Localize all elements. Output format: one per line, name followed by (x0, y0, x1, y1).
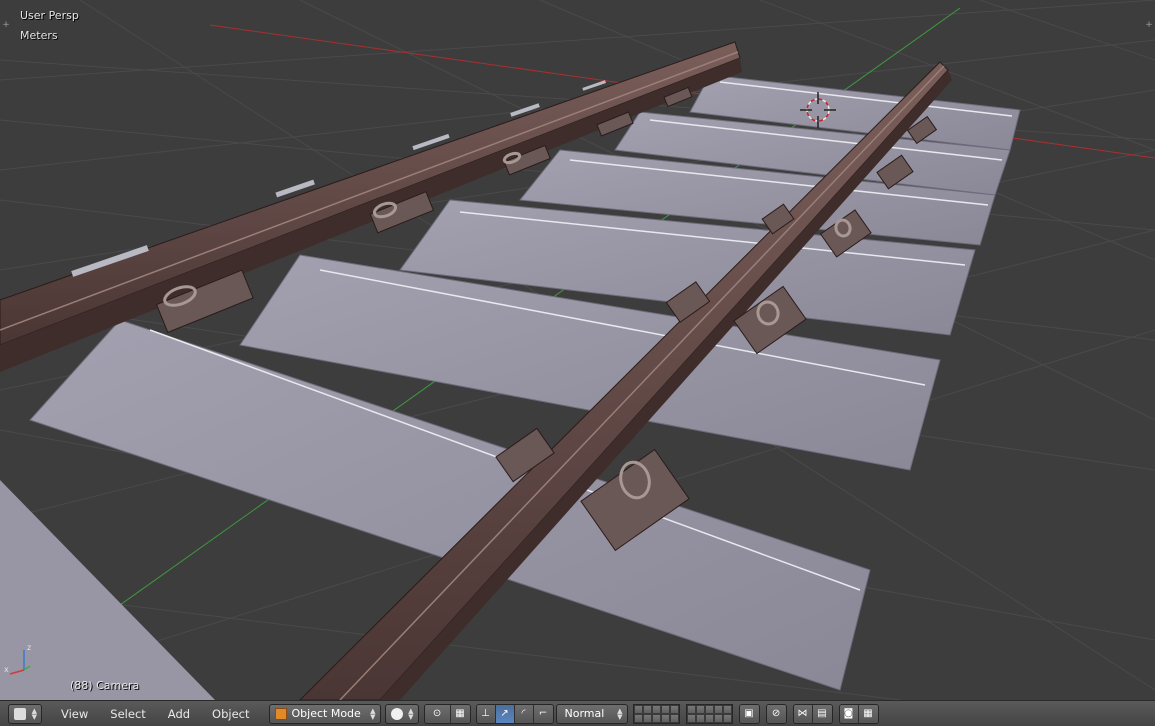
transform-orientation-dropdown[interactable]: Normal ▲ ▼ (555, 703, 628, 724)
pivot-point-dropdown[interactable]: ⊙ (424, 704, 451, 723)
shading-dropdown[interactable]: ▲ ▼ (384, 703, 419, 724)
manipulator-toggle-button[interactable]: ⊥ (476, 704, 496, 723)
render-still-button[interactable]: ◙ (839, 704, 859, 723)
object-info-label: (88) Camera (70, 679, 140, 692)
lock-icon: ▣ (744, 708, 754, 719)
region-toggle-left-icon[interactable]: + (1, 20, 11, 30)
pivot-icon: ⊙ (432, 708, 442, 719)
center-points-icon: ▦ (455, 708, 465, 719)
snap-toggle-button[interactable]: ⋈ (793, 704, 813, 723)
3d-viewport[interactable]: User Persp Meters (88) Camera + + z x (0, 0, 1155, 700)
rotate-arc-icon: ◜ (521, 708, 526, 719)
layer-lock-button[interactable]: ▣ (739, 704, 759, 723)
manipulate-center-button[interactable]: ▦ (450, 704, 470, 723)
menu-select[interactable]: Select (99, 704, 156, 724)
rotate-button[interactable]: ◜ (514, 704, 534, 723)
object-mode-icon (274, 707, 287, 720)
scale-icon: ⌐ (538, 708, 548, 719)
3d-view-header: ▲ ▼ View Select Add Object Object Mode ▲ ▼… (0, 700, 1155, 726)
snap-group: ⋈ ▤ (792, 703, 833, 724)
mode-dropdown[interactable]: Object Mode ▲ ▼ (268, 703, 381, 724)
link-icon: ⊘ (771, 708, 781, 719)
layers-group-2[interactable] (685, 703, 733, 724)
proportional-edit-button[interactable]: ⊘ (766, 704, 786, 723)
translate-button[interactable]: ↗ (495, 704, 515, 723)
mode-label: Object Mode (291, 707, 361, 720)
dropdown-arrows-icon: ▲ ▼ (408, 706, 414, 721)
units-label: Meters (20, 29, 58, 42)
dropdown-arrows-icon: ▲ ▼ (31, 706, 37, 721)
menu-object[interactable]: Object (201, 704, 260, 724)
axis-z-label: z (27, 643, 31, 652)
axis-x-label: x (4, 665, 9, 674)
magnet-icon: ⋈ (797, 708, 808, 719)
snap-increment-icon: ▤ (817, 708, 827, 719)
proportional-group: ⊘ (765, 703, 787, 724)
region-toggle-right-icon[interactable]: + (1144, 20, 1154, 30)
clapperboard-icon: ▦ (863, 708, 873, 719)
axis-orientation-gizmo: z x (4, 643, 31, 675)
manipulator-axes-icon: ⊥ (481, 708, 490, 719)
menu-add[interactable]: Add (157, 704, 201, 724)
render-animation-button[interactable]: ▦ (858, 704, 878, 723)
scale-button[interactable]: ⌐ (533, 704, 553, 723)
camera-icon: ◙ (843, 708, 854, 719)
snap-element-dropdown[interactable]: ▤ (812, 704, 832, 723)
dropdown-arrows-icon: ▲ ▼ (617, 706, 623, 721)
pivot-group: ⊙ ▦ (423, 703, 471, 724)
view-name-label: User Persp (20, 9, 79, 22)
dropdown-arrows-icon: ▲ ▼ (370, 706, 376, 721)
3d-view-icon (14, 707, 26, 720)
layers-group-1[interactable] (632, 703, 680, 724)
lock-group: ▣ (738, 703, 760, 724)
translate-arrow-icon: ↗ (500, 708, 509, 719)
solid-shading-icon (390, 707, 403, 720)
render-group: ◙ ▦ (838, 703, 879, 724)
orientation-label: Normal (564, 707, 605, 720)
scene-render[interactable] (0, 0, 1155, 700)
menu-view[interactable]: View (50, 704, 99, 724)
manipulator-group: ⊥ ↗ ◜ ⌐ (475, 703, 554, 724)
editor-type-dropdown[interactable]: ▲ ▼ (8, 703, 42, 724)
